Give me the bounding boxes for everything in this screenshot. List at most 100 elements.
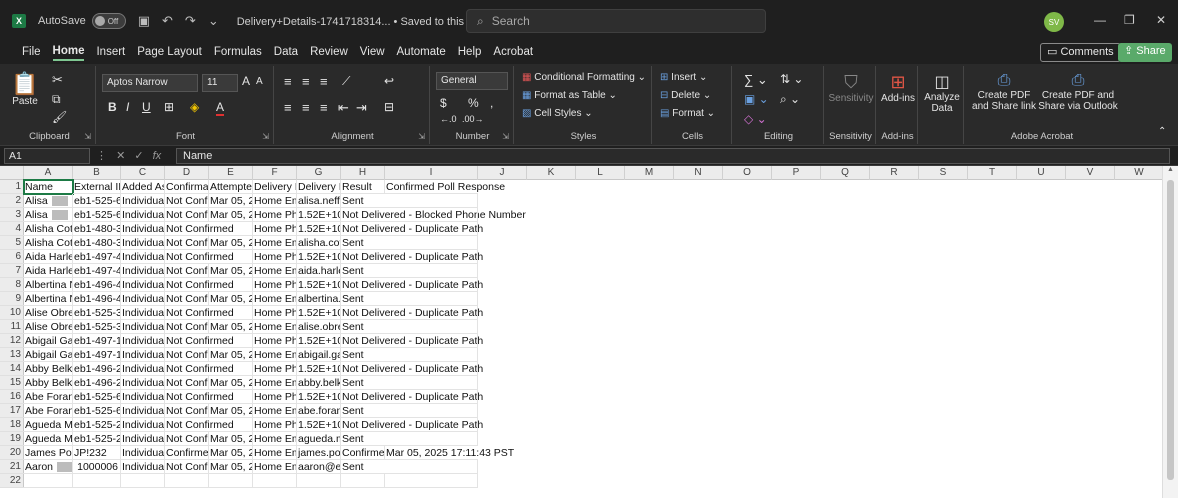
cell-g17[interactable]: abe.foran@ (297, 404, 341, 418)
cell-d6[interactable]: Not Confirmed (165, 250, 234, 264)
row-header-16[interactable]: 16 (0, 390, 24, 404)
font-name-select[interactable]: Aptos Narrow (102, 74, 198, 92)
cell-i3[interactable] (385, 208, 478, 222)
autosum-icon[interactable]: ∑ ⌄ (744, 72, 768, 88)
cell-a14[interactable]: Abby Belk (24, 362, 73, 376)
increase-indent-icon[interactable]: ⇥ (356, 100, 367, 116)
cell-h2[interactable]: Sent (341, 194, 385, 208)
row-header-7[interactable]: 7 (0, 264, 24, 278)
cell-a2[interactable]: Alisa (24, 194, 73, 208)
cell-g3[interactable]: 1.52E+10 (297, 208, 341, 222)
cell-e17[interactable]: Mar 05, 20 (209, 404, 253, 418)
cell-e21[interactable]: Mar 05, 20 (209, 460, 253, 474)
cell-a15[interactable]: Abby Belk (24, 376, 73, 390)
column-header-b[interactable]: B (73, 166, 121, 180)
cell-a10[interactable]: Alise Obre (24, 306, 73, 320)
cell-c7[interactable]: Individual (121, 264, 165, 278)
cell-g19[interactable]: agueda.mc (297, 432, 341, 446)
collapse-ribbon-icon[interactable]: ⌃ (1158, 126, 1166, 137)
redo-icon[interactable]: ↷ (185, 13, 196, 29)
cell-c17[interactable]: Individual (121, 404, 165, 418)
cell-f14[interactable]: Home Pho (253, 362, 297, 376)
merge-center-icon[interactable]: ⊟ (384, 100, 394, 114)
cell-i2[interactable] (385, 194, 478, 208)
cell-e5[interactable]: Mar 05, 20 (209, 236, 253, 250)
cell-d15[interactable]: Not Confirı (165, 376, 209, 390)
row-header-11[interactable]: 11 (0, 320, 24, 334)
cell-i20[interactable]: Mar 05, 2025 17:11:43 PST (385, 446, 514, 460)
cell-g1[interactable]: Delivery Pa (297, 180, 341, 194)
comments-button[interactable]: ▭ Comments (1040, 43, 1121, 62)
cell-d12[interactable]: Not Confirmed (165, 334, 234, 348)
font-launcher-icon[interactable]: ⇲ (262, 132, 269, 141)
cell-g6[interactable]: 1.52E+10 (297, 250, 341, 264)
search-input[interactable]: ⌕ Search (466, 9, 766, 33)
cell-f1[interactable]: Delivery Pa (253, 180, 297, 194)
row-header-6[interactable]: 6 (0, 250, 24, 264)
tab-file[interactable]: File (22, 46, 41, 60)
cell-b9[interactable]: eb1-496-4 (73, 292, 121, 306)
cell-g4[interactable]: 1.52E+10 (297, 222, 341, 236)
tab-view[interactable]: View (360, 46, 385, 60)
cell-a17[interactable]: Abe Foran (24, 404, 73, 418)
font-color-icon[interactable]: A (216, 100, 225, 116)
decrease-font-icon[interactable]: A (256, 76, 263, 87)
cell-d18[interactable]: Not Confirmed (165, 418, 234, 432)
cell-c13[interactable]: Individual (121, 348, 165, 362)
orientation-icon[interactable]: ⟋ (342, 74, 350, 89)
alignment-launcher-icon[interactable]: ⇲ (418, 132, 425, 141)
cell-a6[interactable]: Aida Harle (24, 250, 73, 264)
column-header-c[interactable]: C (121, 166, 165, 180)
cell-f2[interactable]: Home Ema (253, 194, 297, 208)
cell-d2[interactable]: Not Confirı (165, 194, 209, 208)
cell-c1[interactable]: Added As (121, 180, 165, 194)
cell-e3[interactable]: Mar 05, 20 (209, 208, 253, 222)
cell-a13[interactable]: Abigail Gar (24, 348, 73, 362)
cell-i22[interactable] (385, 474, 478, 488)
column-header-r[interactable]: R (870, 166, 919, 180)
cell-f20[interactable]: Home Ema (253, 446, 297, 460)
row-header-2[interactable]: 2 (0, 194, 24, 208)
cell-b14[interactable]: eb1-496-2 (73, 362, 121, 376)
column-header-g[interactable]: G (297, 166, 341, 180)
share-button[interactable]: ⇪ Share (1118, 43, 1172, 62)
cell-i6[interactable] (385, 250, 478, 264)
cell-h8[interactable]: Not Delivered - Duplicate Path (341, 278, 483, 292)
minimize-icon[interactable]: — (1094, 13, 1106, 27)
cut-icon[interactable]: ✂ (52, 72, 63, 88)
cell-g11[interactable]: alise.obre (297, 320, 341, 334)
cell-g21[interactable]: aaron@exa (297, 460, 341, 474)
cancel-icon[interactable]: ✕ (116, 150, 125, 162)
column-header-u[interactable]: U (1017, 166, 1066, 180)
cell-a9[interactable]: Albertina N (24, 292, 73, 306)
cell-h7[interactable]: Sent (341, 264, 385, 278)
clear-icon[interactable]: ◇ ⌄ (744, 112, 767, 126)
customize-toolbar-icon[interactable]: ⌄ (208, 13, 219, 29)
cell-b4[interactable]: eb1-480-3 (73, 222, 121, 236)
cell-b2[interactable]: eb1-525-6 (73, 194, 121, 208)
cell-b7[interactable]: eb1-497-4 (73, 264, 121, 278)
cell-a22[interactable] (24, 474, 73, 488)
cell-d13[interactable]: Not Confirı (165, 348, 209, 362)
middle-align-icon[interactable]: ≡ (302, 74, 310, 89)
cell-b3[interactable]: eb1-525-6 (73, 208, 121, 222)
column-header-t[interactable]: T (968, 166, 1017, 180)
cell-g15[interactable]: abby.belk@ (297, 376, 341, 390)
comma-style-icon[interactable]: , (490, 96, 493, 110)
cell-b21[interactable]: 1000006 (73, 460, 121, 474)
cell-f22[interactable] (253, 474, 297, 488)
cell-g7[interactable]: aida.harley (297, 264, 341, 278)
cell-f4[interactable]: Home Pho (253, 222, 297, 236)
row-header-15[interactable]: 15 (0, 376, 24, 390)
cell-b8[interactable]: eb1-496-4 (73, 278, 121, 292)
increase-font-icon[interactable]: A (242, 74, 250, 88)
column-header-k[interactable]: K (527, 166, 576, 180)
cell-i5[interactable] (385, 236, 478, 250)
cell-f6[interactable]: Home Pho (253, 250, 297, 264)
row-header-1[interactable]: 1 (0, 180, 24, 194)
format-painter-icon[interactable]: 🖌 (52, 110, 67, 124)
cell-h13[interactable]: Sent (341, 348, 385, 362)
cell-c18[interactable]: Individual (121, 418, 165, 432)
cell-i15[interactable] (385, 376, 478, 390)
decrease-indent-icon[interactable]: ⇤ (338, 100, 349, 116)
